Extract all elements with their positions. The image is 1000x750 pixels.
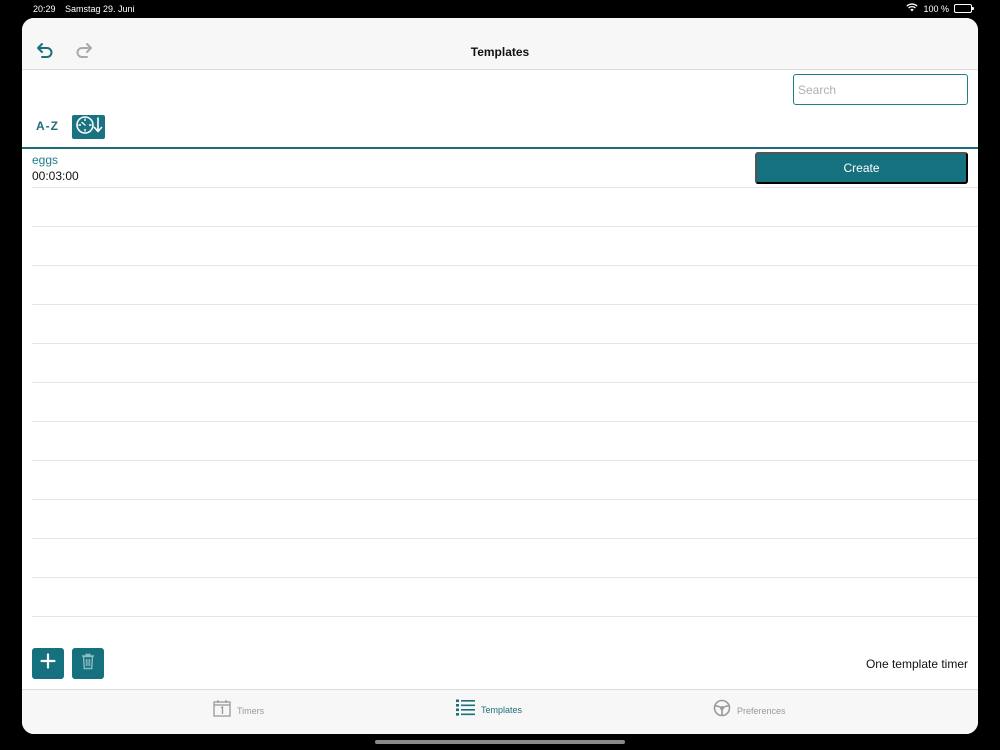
- tab-templates-label: Templates: [481, 705, 523, 715]
- app-window: Templates A-Z eggs 00:03:00 Create: [22, 18, 978, 734]
- status-time: 20:29: [33, 4, 56, 14]
- delete-template-button[interactable]: [72, 648, 104, 679]
- page-title: Templates: [470, 45, 530, 59]
- trash-icon: [80, 652, 96, 675]
- template-count-status: One template timer: [865, 657, 968, 671]
- tab-bar: Timers Templates Preferences: [22, 689, 978, 734]
- sort-by-time-button[interactable]: [72, 115, 105, 139]
- empty-row: [32, 344, 978, 383]
- empty-row: [32, 266, 978, 305]
- empty-row: [32, 188, 978, 227]
- home-indicator[interactable]: [375, 740, 625, 744]
- add-template-button[interactable]: [32, 648, 64, 679]
- template-list: eggs 00:03:00 Create: [32, 149, 978, 617]
- empty-row: [32, 500, 978, 539]
- empty-row: [32, 422, 978, 461]
- navigation-bar: Templates: [22, 18, 978, 70]
- sort-alphabetical-button[interactable]: A-Z: [36, 119, 59, 133]
- status-bar: 20:29 Samstag 29. Juni 100 %: [0, 0, 1000, 18]
- template-duration: 00:03:00: [32, 169, 79, 183]
- clock-sort-icon: [74, 115, 103, 140]
- empty-row: [32, 578, 978, 617]
- empty-row: [32, 461, 978, 500]
- tab-preferences[interactable]: Preferences: [713, 699, 786, 722]
- empty-row: [32, 383, 978, 422]
- tab-timers[interactable]: Timers: [213, 699, 264, 722]
- tab-preferences-label: Preferences: [737, 705, 786, 716]
- battery-percent: 100 %: [923, 3, 949, 14]
- status-date: Samstag 29. Juni: [65, 4, 135, 14]
- create-timer-button[interactable]: Create: [755, 152, 968, 184]
- template-row[interactable]: eggs 00:03:00 Create: [32, 149, 978, 188]
- empty-row: [32, 227, 978, 266]
- list-icon: [456, 699, 475, 721]
- steering-wheel-icon: [713, 699, 731, 722]
- battery-icon: [954, 4, 974, 13]
- empty-row: [32, 305, 978, 344]
- empty-row: [32, 539, 978, 578]
- calendar-icon: [213, 699, 231, 722]
- search-input[interactable]: [793, 74, 968, 105]
- plus-icon: [40, 653, 56, 674]
- tab-templates[interactable]: Templates: [456, 699, 522, 721]
- template-name: eggs: [32, 153, 59, 167]
- wifi-icon: [906, 3, 919, 14]
- status-indicators: 100 %: [906, 3, 974, 14]
- tab-timers-label: Timers: [237, 705, 265, 716]
